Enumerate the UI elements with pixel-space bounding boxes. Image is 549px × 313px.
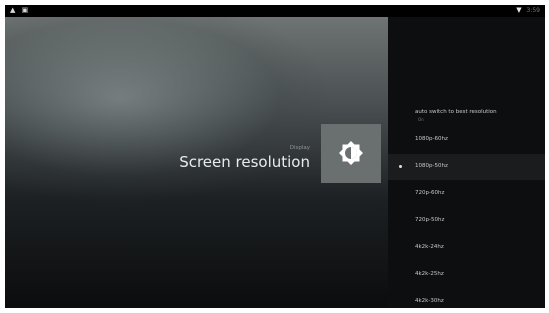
option-1080p-50hz[interactable]: 1080p-50hz bbox=[388, 154, 545, 180]
selected-dot-icon bbox=[399, 165, 402, 168]
option-label: 720p-60hz bbox=[415, 190, 445, 196]
option-label: 720p-50hz bbox=[415, 217, 445, 223]
status-bar: ▲ ▣ ▼ 3:59 bbox=[5, 5, 545, 17]
option-label: 1080p-50hz bbox=[415, 163, 448, 169]
option-1080p-60hz[interactable]: 1080p-60hz bbox=[388, 127, 545, 153]
option-label: 4k2k-30hz bbox=[415, 298, 444, 304]
settings-icon-tile bbox=[321, 124, 381, 183]
status-right: ▼ 3:59 bbox=[516, 6, 540, 14]
option-label: 4k2k-25hz bbox=[415, 271, 444, 277]
status-time: 3:59 bbox=[526, 7, 540, 14]
option-label: auto switch to best resolution bbox=[415, 109, 497, 115]
page-title: Screen resolution bbox=[179, 153, 310, 171]
android-icon: ▲ bbox=[10, 6, 18, 14]
option-720p-60hz[interactable]: 720p-60hz bbox=[388, 181, 545, 207]
option-4k2k-30hz[interactable]: 4k2k-30hz bbox=[388, 289, 545, 308]
option-4k2k-25hz[interactable]: 4k2k-25hz bbox=[388, 262, 545, 288]
option-auto-switch[interactable]: auto switch to best resolution On bbox=[388, 100, 545, 126]
notification-icon: ▣ bbox=[21, 6, 31, 14]
options-panel: auto switch to best resolution On 1080p-… bbox=[388, 17, 545, 308]
tv-screen: ▲ ▣ ▼ 3:59 Display Screen resolution aut… bbox=[5, 5, 545, 308]
option-720p-50hz[interactable]: 720p-50hz bbox=[388, 208, 545, 234]
status-left-icons: ▲ ▣ bbox=[10, 6, 30, 14]
header-block: Display Screen resolution bbox=[179, 145, 310, 171]
brightness-icon bbox=[339, 141, 363, 165]
wifi-icon: ▼ bbox=[516, 6, 522, 14]
breadcrumb: Display bbox=[289, 145, 310, 151]
option-label: 1080p-60hz bbox=[415, 136, 448, 142]
option-status: On bbox=[418, 117, 424, 122]
option-4k2k-24hz[interactable]: 4k2k-24hz bbox=[388, 235, 545, 261]
option-label: 4k2k-24hz bbox=[415, 244, 444, 250]
